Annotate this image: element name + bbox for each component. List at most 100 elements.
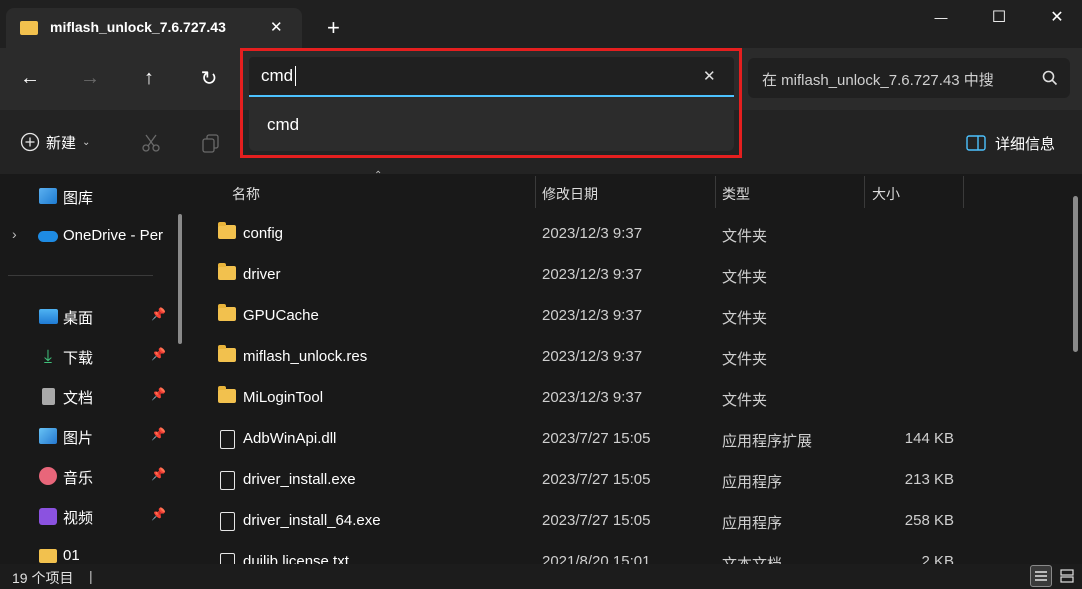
folder-icon [218,263,236,280]
file-size: 258 KB [904,512,954,529]
minimize-button[interactable]: — [916,0,966,34]
file-date: 2023/7/27 15:05 [542,430,651,447]
column-header-size[interactable]: 大小 [872,184,900,216]
status-separator: | [89,568,93,584]
file-row[interactable]: config 2023/12/3 9:37 文件夹 [200,214,1070,254]
copy-icon[interactable] [200,132,222,154]
file-type: 应用程序 [722,474,783,491]
file-size: 144 KB [904,430,954,447]
file-row[interactable]: duilib license.txt 2021/8/20 15:01 文本文档 2 K… [200,542,1070,564]
file-list-scrollbar[interactable] [1073,196,1078,352]
column-header-modified[interactable]: 修改日期 [542,184,598,216]
plus-circle-icon [20,132,40,152]
close-icon: ✕ [1050,9,1064,26]
maximize-icon: ☐ [991,9,1007,26]
file-name: AdbWinApi.dll [243,430,337,447]
gallery-icon [38,186,58,206]
file-type: 文件夹 [722,392,768,409]
list-view-icon [1035,571,1047,581]
file-icon [220,553,235,564]
highlight-box [240,48,742,158]
sidebar-item-gallery[interactable]: 图库 [0,176,176,216]
item-count: 19 个项目 [12,570,74,586]
file-row[interactable]: MiLoginTool 2023/12/3 9:37 文件夹 [200,378,1070,418]
status-bar: 19 个项目 | [0,564,1082,589]
up-button[interactable]: ↑ [133,62,165,94]
tab-title: miflash_unlock_7.6.727.43 [50,19,226,35]
file-date: 2023/12/3 9:37 [542,266,643,283]
search-box[interactable]: 在 miflash_unlock_7.6.727.43 中搜 [748,58,1070,98]
file-date: 2023/12/3 9:37 [542,307,643,324]
details-button[interactable]: 详细信息 [966,132,1055,154]
file-type: 文本文档 [722,553,782,564]
new-tab-button[interactable]: + [327,15,340,41]
forward-button[interactable]: → [74,62,106,94]
file-row[interactable]: driver_install_64.exe 2023/7/27 15:05 应用程序… [200,501,1070,541]
file-name: config [243,225,284,242]
column-separator[interactable] [864,176,865,208]
file-name: duilib license.txt [243,553,349,564]
file-date: 2023/7/27 15:05 [542,512,651,529]
file-name: miflash_unlock.res [243,348,368,365]
refresh-icon: ↻ [200,67,218,90]
folder-icon [218,222,236,239]
file-type: 应用程序 [722,515,783,532]
details-pane-icon [966,135,986,151]
tab-active[interactable]: miflash_unlock_7.6.727.43 ✕ [6,8,302,48]
folder-icon [218,386,236,403]
file-icon [220,512,235,531]
file-row[interactable]: GPUCache 2023/12/3 9:37 文件夹 [200,296,1070,336]
column-header-name[interactable]: 名称 [232,184,260,216]
up-arrow-icon: ↑ [144,66,154,89]
tiles-view-icon [1060,569,1074,583]
file-size: 213 KB [904,471,954,488]
column-separator[interactable] [963,176,964,208]
file-list-header [200,176,1070,208]
tiles-view-button[interactable] [1056,565,1078,587]
maximize-button[interactable]: ☐ [974,0,1024,34]
file-type: 文件夹 [722,310,768,327]
sort-up-icon: ⌃ [374,170,383,181]
close-window-button[interactable]: ✕ [1032,0,1082,34]
chevron-down-icon: ⌄ [82,136,91,148]
forward-arrow-icon: → [80,66,100,89]
back-button[interactable]: ← [14,62,46,94]
file-date: 2023/12/3 9:37 [542,225,643,242]
file-date: 2021/8/20 15:01 [542,553,651,564]
column-header-type[interactable]: 类型 [722,184,750,216]
file-date: 2023/7/27 15:05 [542,471,651,488]
close-tab-icon[interactable]: ✕ [270,18,283,36]
file-type: 文件夹 [722,269,768,286]
folder-icon [20,21,38,35]
file-name: driver_install_64.exe [243,512,381,529]
file-icon [220,430,235,449]
folder-icon [218,304,236,321]
file-type: 文件夹 [722,228,768,245]
sidebar-item-label: 图库 [63,190,94,207]
details-view-button[interactable] [1030,565,1052,587]
file-date: 2023/12/3 9:37 [542,348,643,365]
refresh-button[interactable]: ↻ [193,62,225,94]
search-placeholder: 在 miflash_unlock_7.6.727.43 中搜 [762,72,994,89]
file-name: driver [243,266,281,283]
details-label: 详细信息 [995,135,1056,153]
file-row[interactable]: AdbWinApi.dll 2023/7/27 15:05 应用程序扩展 144 KB [200,419,1070,459]
file-type: 应用程序扩展 [722,433,813,450]
new-button-label: 新建 [46,134,77,152]
file-name: GPUCache [243,307,319,324]
file-type: 文件夹 [722,351,768,368]
file-row[interactable]: driver 2023/12/3 9:37 文件夹 [200,255,1070,295]
file-list: config 2023/12/3 9:37 文件夹 driver 2023/12/3 9… [0,214,1082,564]
folder-icon [218,345,236,362]
new-button[interactable]: 新建 ⌄ [20,130,90,154]
file-date: 2023/12/3 9:37 [542,389,643,406]
file-name: driver_install.exe [243,471,356,488]
file-name: MiLoginTool [243,389,324,406]
column-separator[interactable] [715,176,716,208]
file-icon [220,471,235,490]
file-row[interactable]: miflash_unlock.res 2023/12/3 9:37 文件夹 [200,337,1070,377]
column-separator[interactable] [535,176,536,208]
cut-icon[interactable] [140,132,162,154]
file-row[interactable]: driver_install.exe 2023/7/27 15:05 应用程序 213… [200,460,1070,500]
minimize-icon: — [934,9,948,25]
